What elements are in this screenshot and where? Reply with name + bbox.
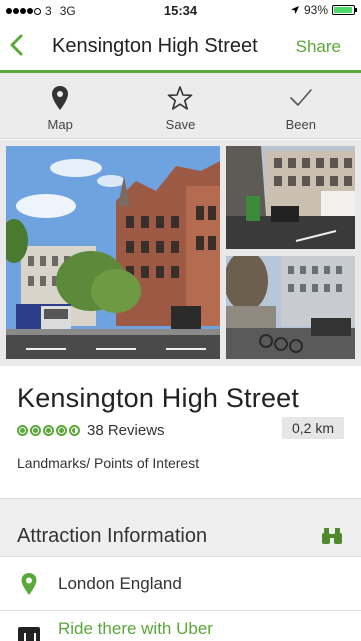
- star-icon: [168, 86, 193, 110]
- location-pin-icon: [21, 573, 37, 595]
- uber-link[interactable]: Ride there with Uber: [58, 619, 213, 639]
- location-text: London England: [58, 574, 182, 593]
- rating-bubble-icon: [56, 425, 67, 436]
- location-arrow-icon: [290, 6, 299, 14]
- photo-bottom-right[interactable]: [226, 256, 355, 359]
- map-label: Map: [47, 117, 73, 132]
- back-chevron-icon[interactable]: [6, 32, 28, 58]
- category-label: Landmarks/ Points of Interest: [17, 455, 200, 471]
- binoculars-icon[interactable]: [321, 527, 343, 545]
- save-button[interactable]: Save: [120, 73, 240, 138]
- map-button[interactable]: Map: [0, 73, 120, 138]
- battery-icon: [332, 5, 357, 15]
- rating-bubble-icon: [43, 425, 54, 436]
- photo-main[interactable]: [6, 146, 220, 359]
- distance-badge: 0,2 km: [281, 417, 344, 439]
- page-title: Kensington High Street: [52, 35, 258, 57]
- battery-percent: 93%: [303, 3, 328, 17]
- uber-icon: [18, 627, 40, 641]
- attraction-info-header: Attraction Information: [0, 498, 361, 557]
- location-row[interactable]: London England: [0, 556, 361, 610]
- place-info: Kensington High Street 38 Reviews 0,2 km…: [0, 366, 361, 498]
- navigation-bar: Kensington High Street Share: [0, 22, 361, 73]
- status-bar: 3 3G 15:34 93%: [0, 0, 361, 22]
- reviews-link[interactable]: 38 Reviews: [87, 422, 165, 439]
- been-button[interactable]: Been: [241, 73, 361, 138]
- rating-bubble-icon: [30, 425, 41, 436]
- checkmark-icon: [290, 89, 312, 106]
- place-name: Kensington High Street: [17, 383, 300, 413]
- uber-row[interactable]: Ride there with Uber: [0, 610, 361, 641]
- share-button[interactable]: Share: [296, 37, 341, 57]
- been-label: Been: [285, 117, 316, 132]
- rating[interactable]: 38 Reviews: [17, 422, 165, 439]
- photo-top-right[interactable]: [226, 146, 355, 249]
- section-title: Attraction Information: [17, 525, 208, 547]
- map-pin-icon: [52, 86, 69, 110]
- action-bar: Map Save Been: [0, 73, 361, 139]
- photo-gallery: [0, 140, 361, 366]
- rating-bubble-half-icon: [69, 425, 80, 436]
- rating-bubble-icon: [17, 425, 28, 436]
- save-label: Save: [165, 117, 196, 132]
